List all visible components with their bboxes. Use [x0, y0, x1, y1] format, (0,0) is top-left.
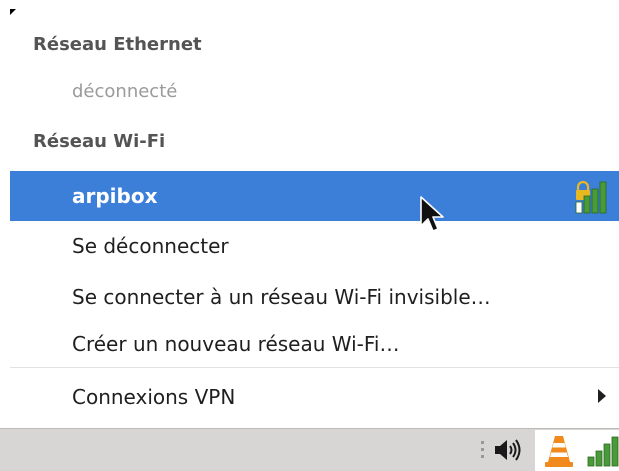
volume-icon[interactable] — [493, 438, 525, 462]
connect-hidden-network-label: Se connecter à un réseau Wi-Fi invisible… — [72, 285, 491, 309]
submenu-arrow-icon — [598, 389, 606, 403]
disconnect-label: Se déconnecter — [72, 234, 229, 258]
create-new-network-item[interactable]: Créer un nouveau réseau Wi-Fi… — [10, 319, 619, 369]
network-menu: Réseau Ethernet déconnecté Réseau Wi-Fi … — [0, 0, 619, 428]
vpn-connections-item[interactable]: Connexions VPN — [10, 372, 619, 422]
wifi-signal-secured-icon — [572, 178, 612, 214]
disconnect-item[interactable]: Se déconnecter — [10, 221, 619, 271]
vpn-connections-label: Connexions VPN — [72, 385, 236, 409]
wifi-network-arpibox[interactable]: arpibox — [10, 171, 619, 221]
ethernet-status: déconnecté — [72, 81, 178, 102]
wifi-section-header: Réseau Wi-Fi — [33, 131, 166, 152]
menu-separator — [10, 367, 619, 368]
menu-corner-mark — [10, 9, 16, 15]
vlc-icon[interactable] — [543, 434, 575, 468]
ethernet-section-header: Réseau Ethernet — [33, 34, 202, 55]
network-name-label: arpibox — [72, 184, 158, 208]
tray-handle-icon[interactable] — [481, 439, 485, 461]
taskbar — [0, 428, 619, 471]
connect-hidden-network-item[interactable]: Se connecter à un réseau Wi-Fi invisible… — [10, 272, 619, 322]
mouse-pointer-icon — [420, 196, 444, 232]
network-signal-icon[interactable] — [586, 435, 619, 467]
create-new-network-label: Créer un nouveau réseau Wi-Fi… — [72, 332, 400, 356]
